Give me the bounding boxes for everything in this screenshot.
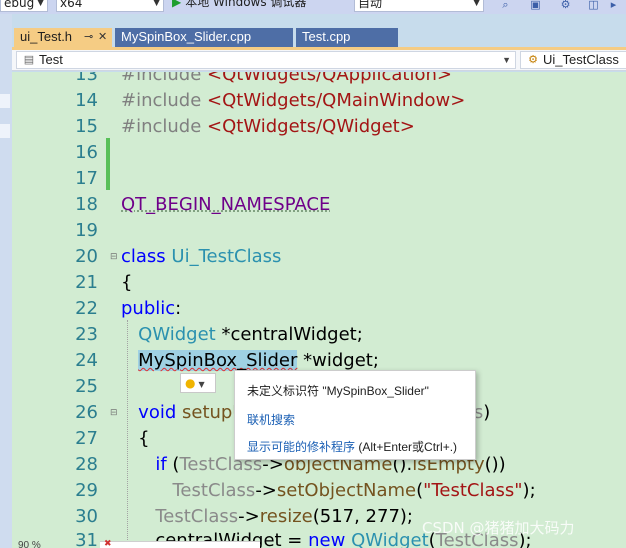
code-text: QWidget *centralWidget; [138,324,363,345]
show-fixes-link[interactable]: 显示可能的修补程序 (Alt+Enter或Ctrl+.) [247,438,457,455]
find-icon[interactable]: ⌕ [498,0,513,12]
chevron-down-icon: ▼ [153,0,160,8]
mode-dropdown[interactable]: 自动 ▼ [354,0,484,12]
scope-dropdown[interactable]: ▤ Test ▼ [16,51,516,69]
code-text: { [121,272,133,293]
settings-icon[interactable]: ⚙ [558,0,573,12]
configuration-value: ebug [4,0,35,10]
code-text: #include <QtWidgets/QWidget> [121,116,415,137]
overflow-icon[interactable]: ▸ [606,0,621,12]
line-number: 14 [75,90,98,111]
show-fixes-label: 显示可能的修补程序 [247,440,356,454]
line-number: 27 [75,428,98,449]
tab-ui-test-h[interactable]: ui_Test.h ⊸ ✕ [14,28,112,47]
watermark: CSDN @猪猪加大码力 [422,519,575,537]
code-line: 20 ⊟ class Ui_TestClass [12,244,626,270]
line-number: 22 [75,298,98,319]
dock-tab[interactable] [0,94,10,108]
code-line: 23 QWidget *centralWidget; [12,322,626,348]
line-number: 13 [75,72,98,85]
line-number: 24 [75,350,98,371]
tab-test-cpp[interactable]: Test.cpp [296,28,398,47]
error-message: 未定义标识符 "MySpinBox_Slider" [247,384,429,398]
class-dropdown[interactable]: ⚙ Ui_TestClass [520,51,626,69]
shortcut-hint: (Alt+Enter或Ctrl+.) [355,440,458,454]
tab-label: ui_Test.h [20,29,73,44]
code-line: 15 #include <QtWidgets/QWidget> [12,114,626,140]
search-online-link[interactable]: 联机搜索 [247,411,295,428]
line-number: 30 [75,506,98,527]
line-number: 18 [75,194,98,215]
navigation-bar: ▤ Test ▼ ⚙ Ui_TestClass [12,50,626,71]
line-number: 25 [75,376,98,397]
class-value: Ui_TestClass [543,52,619,67]
play-icon: ▶ [172,0,182,9]
window-icon[interactable]: ◫ [586,0,601,12]
code-line: 18 QT_BEGIN_NAMESPACE [12,192,626,218]
pin-icon[interactable]: ⊸ [84,28,93,46]
chevron-down-icon: ▼ [502,55,511,65]
left-dock-strip [0,14,12,548]
code-line: 13 #include <QtWidgets/QApplication> [12,72,626,88]
platform-dropdown[interactable]: x64 ▼ [56,0,164,12]
toolbar: ebug ▼ x64 ▼ ▶ 本地 Windows 调试器 自动 ▼ ⌕ ▣ ⚙ … [0,0,626,14]
tab-label: Test.cpp [302,29,351,44]
code-line: 16 [12,140,626,166]
file-icon: ▤ [23,54,35,66]
chevron-down-icon: ▼ [37,0,44,8]
code-text: TestClass->setObjectName("TestClass"); [172,480,536,501]
line-number: 21 [75,272,98,293]
configuration-dropdown[interactable]: ebug ▼ [0,0,48,12]
error-tooltip: 未定义标识符 "MySpinBox_Slider" 联机搜索 显示可能的修补程序… [234,370,476,460]
error-icon: ✖ [104,539,112,548]
chevron-down-icon: ▼ [473,0,480,8]
code-text: public: [121,298,182,319]
platform-value: x64 [60,0,83,10]
code-line: 29 TestClass->setObjectName("TestClass")… [12,478,626,504]
quick-actions-button[interactable]: ● ▼ [180,373,216,393]
mode-value: 自动 [358,0,383,10]
lightbulb-icon: ● [185,376,196,390]
scope-value: Test [39,52,63,67]
tab-label: MySpinBox_Slider.cpp [121,29,252,44]
code-line: 21 { [12,270,626,296]
run-debugger-label: 本地 Windows 调试器 [185,0,307,9]
code-line: 14 #include <QtWidgets/QMainWindow> [12,88,626,114]
code-text: #include <QtWidgets/QMainWindow> [121,90,466,111]
code-text: { [121,428,150,449]
zoom-level[interactable]: 90 % [18,540,41,548]
undefined-identifier[interactable]: MySpinBox_Slider [138,350,298,371]
code-editor[interactable]: 13 #include <QtWidgets/QApplication> 14 … [12,72,626,548]
dock-tab[interactable] [0,124,10,138]
line-number: 15 [75,116,98,137]
issues-indicator[interactable]: ✖ [100,539,260,548]
chevron-down-icon: ▼ [198,380,205,389]
document-tab-bar: ui_Test.h ⊸ ✕ MySpinBox_Slider.cpp Test.… [12,26,626,47]
close-icon[interactable]: ✕ [98,28,107,46]
code-text: QT_BEGIN_NAMESPACE [121,194,331,215]
line-number: 28 [75,454,98,475]
fold-toggle[interactable]: ⊟ [110,400,118,426]
fold-toggle[interactable]: ⊟ [110,244,118,270]
code-text: #include <QtWidgets/QApplication> [121,72,452,85]
line-number: 31 [75,530,98,548]
line-number: 23 [75,324,98,345]
tab-myspinbox-slider-cpp[interactable]: MySpinBox_Slider.cpp [115,28,293,47]
layout-icon[interactable]: ▣ [528,0,543,12]
line-number: 19 [75,220,98,241]
line-number: 20 [75,246,98,267]
line-number: 17 [75,168,98,189]
line-number: 29 [75,480,98,501]
code-text: TestClass->resize(517, 277); [155,506,413,527]
code-text: class Ui_TestClass [121,246,282,267]
code-line: 22 public: [12,296,626,322]
code-line: 19 [12,218,626,244]
line-number: 26 [75,402,98,423]
code-line: 17 [12,166,626,192]
class-icon: ⚙ [528,54,538,66]
run-debugger-button[interactable]: ▶ 本地 Windows 调试器 [172,0,306,12]
line-number: 16 [75,142,98,163]
